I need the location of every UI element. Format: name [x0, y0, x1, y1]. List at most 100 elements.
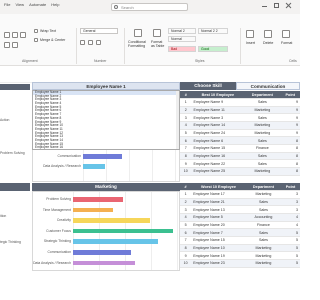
menu-view[interactable]: View — [15, 2, 24, 7]
left-label: Problem Solving — [0, 151, 25, 155]
title-bar: File View Automate Help Search — [0, 0, 300, 14]
table-cell: Employee Name 15 — [191, 144, 245, 153]
style-good[interactable]: Good — [198, 46, 228, 52]
table-cell: Sales — [244, 98, 281, 107]
table-cell: 9 — [280, 106, 300, 115]
column-header: Department — [244, 91, 281, 100]
chart-category-label: Data Analysis / Research — [43, 164, 81, 168]
table-row[interactable]: 1 Employee Name 17 Marketing 3 — [180, 190, 300, 199]
chart-category-label: Data Analysis / Research — [33, 260, 71, 265]
search-box[interactable]: Search — [111, 3, 188, 11]
table-cell: 3 — [180, 205, 192, 215]
maximize-icon[interactable] — [274, 3, 279, 8]
table-row[interactable]: 1 Employee Name 9 Sales 9 — [180, 98, 300, 107]
table-cell: Sales — [245, 236, 282, 245]
column-header: Point — [281, 183, 300, 192]
table-row[interactable]: 10 Employee Name 25 Marketing 8 — [180, 167, 300, 176]
table-cell: Employee Name 25 — [191, 167, 245, 176]
table-cell: 2 — [180, 198, 192, 207]
table-cell: 5 — [281, 259, 300, 268]
chart-category-label: Strategic Thinking — [43, 239, 71, 244]
table-row[interactable]: 8 Employee Name 16 Sales 8 — [180, 152, 300, 161]
table-row[interactable]: 3 Employee Name 3 Sales 9 — [180, 113, 300, 123]
close-icon[interactable] — [286, 3, 291, 8]
table-row[interactable]: 9 Employee Name 19 Marketing 5 — [180, 251, 300, 260]
table-header-row: # Best 10 Employee Department Point — [180, 91, 300, 100]
table-cell: 5 — [180, 221, 192, 230]
employee-dropdown-list[interactable]: Employee Name 1 Employee Name 2 Employee N… — [32, 90, 180, 150]
delete-button[interactable]: Delete — [263, 41, 273, 45]
employee-select-header[interactable]: Employee Name 1 — [32, 82, 180, 90]
table-cell: Sales — [244, 159, 281, 168]
minimize-icon[interactable] — [262, 3, 267, 7]
table-row[interactable]: 2 Employee Name 21 Sales 3 — [180, 198, 300, 207]
skill-select[interactable]: Communication — [236, 82, 300, 90]
chart-gridline — [175, 150, 176, 181]
table-cell: Employee Name 11 — [191, 106, 245, 115]
table-cell: Marketing — [244, 129, 281, 138]
conditional-formatting-button[interactable]: Conditional Formatting — [128, 40, 150, 48]
panel-header-left — [0, 84, 30, 90]
align-right-icon[interactable] — [20, 32, 26, 38]
table-row[interactable]: 10 Employee Name 23 Marketing 5 — [180, 259, 300, 268]
table-row[interactable]: 5 Employee Name 24 Marketing 9 — [180, 129, 300, 138]
column-header: # — [180, 91, 192, 100]
number-format-select[interactable]: General — [80, 28, 118, 34]
table-row[interactable]: 4 Employee Name 5 Accounting 4 — [180, 213, 300, 222]
align-center-icon[interactable] — [12, 32, 18, 38]
style-bad[interactable]: Bad — [168, 46, 196, 52]
format-button[interactable]: Format — [281, 41, 292, 45]
column-header: Best 10 Employee — [191, 91, 245, 100]
table-cell: Employee Name 24 — [191, 129, 245, 138]
style-normal-2-2[interactable]: Normal 2 2 — [198, 28, 228, 34]
percent-icon[interactable] — [88, 40, 93, 45]
table-row[interactable]: 5 Employee Name 20 Finance 4 — [180, 221, 300, 230]
menu-file[interactable]: File — [4, 2, 10, 7]
table-row[interactable]: 7 Employee Name 15 Sales 5 — [180, 236, 300, 245]
style-normal-2[interactable]: Normal 2 — [168, 28, 196, 34]
table-row[interactable]: 9 Employee Name 22 Sales 8 — [180, 159, 300, 168]
insert-button[interactable]: Insert — [246, 41, 255, 45]
style-label: Normal 2 — [171, 29, 185, 33]
table-cell: 8 — [180, 152, 192, 161]
top-chart: Communication Data Analysis / Research — [32, 150, 180, 182]
table-cell: 8 — [280, 136, 300, 145]
table-row[interactable]: 2 Employee Name 11 Marketing 9 — [180, 106, 300, 115]
table-cell: Marketing — [245, 251, 282, 260]
table-row[interactable]: 4 Employee Name 14 Marketing 9 — [180, 121, 300, 130]
format-as-table-button[interactable]: Format as Table — [151, 40, 165, 48]
wrap-text-button[interactable]: Wrap Text — [40, 29, 56, 33]
table-cell: 7 — [180, 236, 192, 245]
currency-icon[interactable] — [80, 40, 85, 45]
table-cell: 3 — [281, 205, 300, 215]
search-placeholder: Search — [121, 5, 134, 10]
table-row[interactable]: 7 Employee Name 15 Finance 8 — [180, 144, 300, 153]
table-cell: Marketing — [245, 244, 282, 253]
align-left-icon[interactable] — [4, 32, 10, 38]
table-row[interactable]: 3 Employee Name 13 Sales 3 — [180, 205, 300, 215]
chart-gridline — [152, 150, 153, 181]
column-header: Department — [245, 183, 282, 192]
dropdown-scrollbar[interactable] — [176, 91, 179, 149]
table-row[interactable]: 6 Employee Name 6 Sales 8 — [180, 136, 300, 145]
table-cell: Employee Name 17 — [191, 190, 246, 199]
comma-icon[interactable] — [96, 40, 101, 45]
wrap-text-icon — [34, 29, 38, 33]
style-normal[interactable]: Normal — [168, 36, 196, 42]
table-cell: Employee Name 16 — [191, 152, 245, 161]
menu-help[interactable]: Help — [51, 2, 59, 7]
indent-increase-icon[interactable] — [12, 42, 18, 48]
table-cell: 5 — [281, 251, 300, 260]
table-row[interactable]: 8 Employee Name 10 Marketing 5 — [180, 244, 300, 253]
table-cell: 8 — [280, 152, 300, 161]
merge-center-button[interactable]: Merge & Center — [40, 38, 65, 42]
menu-automate[interactable]: Automate — [29, 2, 46, 7]
table-cell: 8 — [280, 144, 300, 153]
table-cell: Marketing — [244, 167, 281, 176]
table-row[interactable]: 6 Employee Name 7 Sales 5 — [180, 228, 300, 237]
table-cell: Employee Name 7 — [191, 228, 246, 237]
table-cell: Employee Name 21 — [191, 198, 246, 207]
table-cell: 9 — [280, 98, 300, 107]
indent-decrease-icon[interactable] — [4, 42, 10, 48]
table-cell: 2 — [180, 106, 192, 115]
